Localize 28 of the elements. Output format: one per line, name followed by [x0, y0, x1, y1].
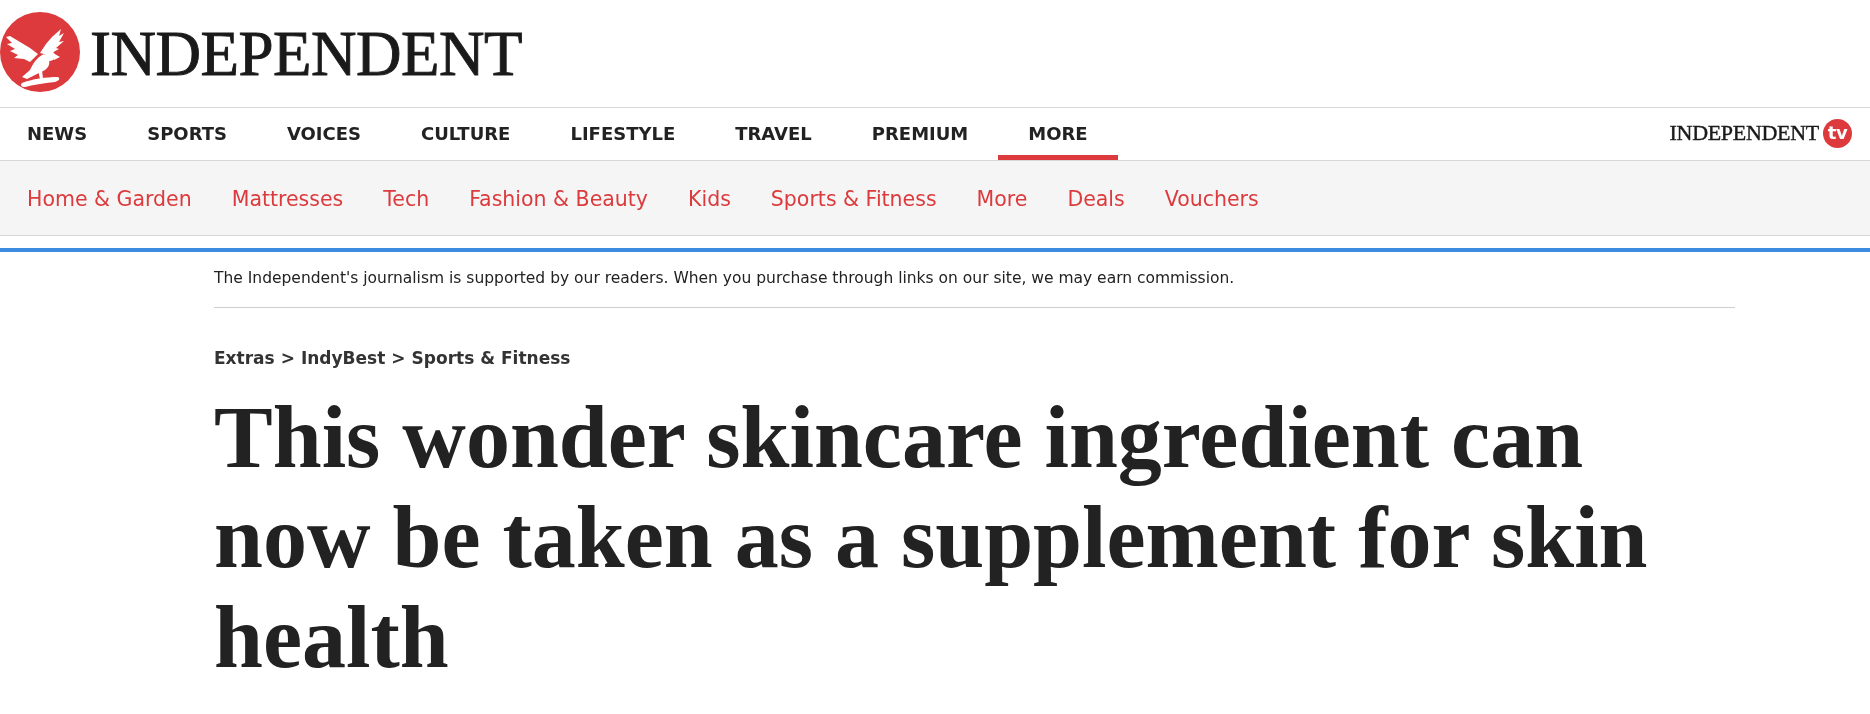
- tv-logo-link[interactable]: INDEPENDENT tv: [1669, 106, 1870, 160]
- nav-tab[interactable]: LIFESTYLE: [540, 108, 706, 160]
- subnav-link[interactable]: Tech: [383, 185, 430, 211]
- eagle-icon: [0, 11, 80, 92]
- logo-link[interactable]: INDEPENDENT: [0, 11, 522, 92]
- breadcrumb-link[interactable]: IndyBest: [300, 348, 386, 368]
- logo-wordmark: INDEPENDENT: [90, 18, 522, 86]
- disclaimer-text: The Independent's journalism is supported by our readers. When you purchase through links on our site, we may earn commission.: [214, 268, 1236, 288]
- subnav-link[interactable]: Kids: [688, 185, 731, 211]
- subnav-link[interactable]: Vouchers: [1164, 185, 1259, 211]
- headline: This wonder skincare ingredient can now be taken as a supplement for skin health: [214, 388, 1649, 688]
- subnav-link[interactable]: Fashion & Beauty: [469, 185, 648, 211]
- subnav-link[interactable]: Deals: [1067, 185, 1125, 211]
- subnav-link[interactable]: Sports & Fitness: [770, 185, 937, 211]
- breadcrumb-link[interactable]: Sports & Fitness: [411, 348, 571, 368]
- nav-tab[interactable]: TRAVEL: [705, 108, 842, 160]
- tv-badge: tv: [1823, 118, 1852, 148]
- nav-tab[interactable]: VOICES: [256, 108, 392, 160]
- nav-tab[interactable]: SPORTS: [117, 108, 257, 160]
- breadcrumb-separator: >: [280, 348, 295, 368]
- breadcrumb-separator: >: [391, 348, 406, 368]
- nav-tab[interactable]: CULTURE: [391, 108, 541, 160]
- nav-tab[interactable]: NEWS: [0, 108, 118, 160]
- subnav-link[interactable]: More: [976, 185, 1028, 211]
- nav-tab[interactable]: PREMIUM: [841, 108, 999, 160]
- subnav-link[interactable]: Home & Garden: [27, 185, 192, 211]
- breadcrumb-link[interactable]: Extras: [214, 348, 275, 368]
- subnav-link[interactable]: Mattresses: [231, 185, 344, 211]
